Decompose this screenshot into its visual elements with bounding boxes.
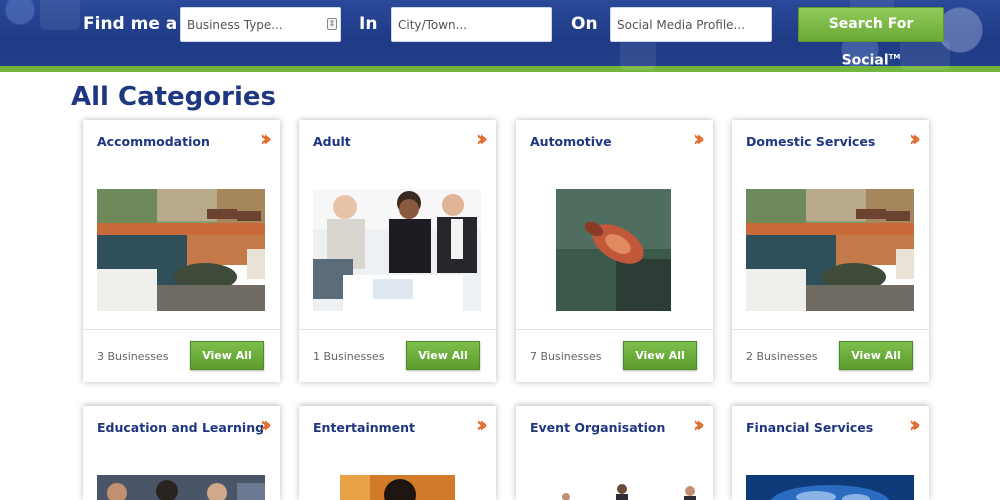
- social-profile-field[interactable]: [610, 7, 772, 42]
- double-chevron-right-icon[interactable]: ››: [693, 415, 705, 437]
- city-field[interactable]: [391, 7, 552, 42]
- view-all-button[interactable]: View All: [623, 341, 697, 370]
- in-label: In: [359, 14, 378, 34]
- category-title[interactable]: Automotive: [530, 134, 612, 149]
- category-title[interactable]: Accommodation: [97, 134, 210, 149]
- double-chevron-right-icon[interactable]: ››: [476, 129, 488, 151]
- trademark-mark: TM: [888, 53, 901, 61]
- double-chevron-right-icon[interactable]: ››: [909, 415, 921, 437]
- classroom-photo[interactable]: [97, 475, 265, 500]
- category-title[interactable]: Domestic Services: [746, 134, 875, 149]
- background-tile: [900, 40, 950, 70]
- business-meeting-photo[interactable]: [313, 189, 481, 311]
- category-card-accommodation: Accommodation ›› 3 Businesses View All: [83, 120, 280, 382]
- spark-plug-photo[interactable]: [556, 189, 671, 311]
- category-card-financial-services: Financial Services ››: [732, 406, 929, 500]
- globe-network-photo[interactable]: [746, 475, 914, 500]
- business-type-field[interactable]: [180, 7, 341, 42]
- performer-photo[interactable]: [340, 475, 455, 500]
- double-chevron-right-icon[interactable]: ››: [260, 129, 272, 151]
- category-title[interactable]: Education and Learning: [97, 420, 264, 435]
- pool-terrace-photo[interactable]: [746, 189, 914, 311]
- business-count: 3 Businesses: [97, 350, 169, 363]
- business-count: 2 Businesses: [746, 350, 818, 363]
- category-title[interactable]: Event Organisation: [530, 420, 665, 435]
- people-group-photo[interactable]: [530, 475, 698, 500]
- category-card-entertainment: Entertainment ››: [299, 406, 496, 500]
- double-chevron-right-icon[interactable]: ››: [693, 129, 705, 151]
- search-header: Find me a ⇕ In On Search For SocialTM: [0, 0, 1000, 72]
- category-card-automotive: Automotive ›› 7 Businesses View All: [516, 120, 713, 382]
- view-all-button[interactable]: View All: [839, 341, 913, 370]
- double-chevron-right-icon[interactable]: ››: [909, 129, 921, 151]
- category-card-domestic-services: Domestic Services ›› 2 Businesses View A…: [732, 120, 929, 382]
- category-card-adult: Adult ›› 1 Businesses View All: [299, 120, 496, 382]
- double-chevron-right-icon[interactable]: ››: [476, 415, 488, 437]
- background-tile: [40, 0, 80, 30]
- category-title[interactable]: Entertainment: [313, 420, 415, 435]
- on-label: On: [571, 14, 598, 34]
- business-count: 1 Businesses: [313, 350, 385, 363]
- category-title[interactable]: Financial Services: [746, 420, 873, 435]
- category-card-education: Education and Learning ››: [83, 406, 280, 500]
- dropdown-icon[interactable]: ⇕: [327, 18, 337, 30]
- view-all-button[interactable]: View All: [190, 341, 264, 370]
- category-card-event-organisation: Event Organisation ››: [516, 406, 713, 500]
- find-label: Find me a: [83, 14, 178, 34]
- background-tile: [620, 40, 656, 70]
- business-count: 7 Businesses: [530, 350, 602, 363]
- category-title[interactable]: Adult: [313, 134, 351, 149]
- pool-terrace-photo[interactable]: [97, 189, 265, 311]
- page-title: All Categories: [71, 82, 277, 112]
- double-chevron-right-icon[interactable]: ››: [260, 415, 272, 437]
- search-for-social-button[interactable]: Search For SocialTM: [798, 7, 944, 69]
- view-all-button[interactable]: View All: [406, 341, 480, 370]
